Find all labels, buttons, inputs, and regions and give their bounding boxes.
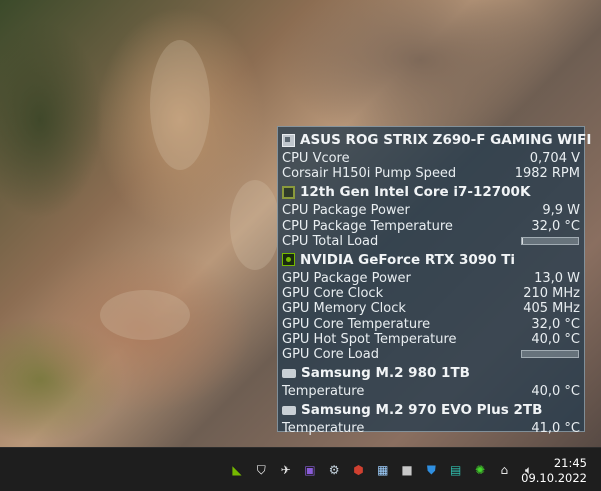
device-header: ASUS ROG STRIX Z690-F GAMING WIFI xyxy=(282,129,591,151)
defender-tray-icon[interactable]: ⛊ xyxy=(423,462,439,478)
sensor-label: GPU Core Clock xyxy=(282,286,384,302)
device-header: 12th Gen Intel Core i7-12700K xyxy=(282,181,580,203)
controller-tray-icon[interactable]: ⬢ xyxy=(351,462,367,478)
monitor-app-tray-icon[interactable]: ▣ xyxy=(302,462,318,478)
sensor-row: GPU Memory Clock 405 MHz xyxy=(282,301,580,316)
sensor-row: GPU Core Clock 210 MHz xyxy=(282,286,580,301)
sensor-label: CPU Package Power xyxy=(282,203,410,219)
sensor-row: CPU Package Temperature 32,0 °C xyxy=(282,219,580,234)
sensor-row: GPU Core Load xyxy=(282,347,580,362)
sensor-row: Corsair H150i Pump Speed 1982 RPM xyxy=(282,166,580,181)
nvidia-tray-icon[interactable]: ◣ xyxy=(229,462,245,478)
clock-date: 09.10.2022 xyxy=(521,471,587,485)
hwinfo-tray-icon[interactable]: ▦ xyxy=(375,462,391,478)
sensor-label: Corsair H150i Pump Speed xyxy=(282,166,457,182)
motherboard-icon xyxy=(282,133,295,147)
ssd-icon xyxy=(282,368,296,378)
taskbar-clock[interactable]: 21:45 09.10.2022 xyxy=(521,456,587,486)
sensor-value: 9,9 W xyxy=(542,203,580,219)
razer-tray-icon[interactable]: ✺ xyxy=(472,462,488,478)
sensor-value: 13,0 W xyxy=(534,271,580,287)
sensor-row: CPU Total Load xyxy=(282,234,580,249)
device-name: 12th Gen Intel Core i7-12700K xyxy=(300,184,531,201)
shield-tray-icon[interactable]: ⛉ xyxy=(253,462,269,478)
load-bar xyxy=(521,237,579,246)
sensor-row: GPU Hot Spot Temperature 40,0 °C xyxy=(282,332,580,347)
sensor-value: 32,0 °C xyxy=(531,316,580,332)
sensor-label: CPU Total Load xyxy=(282,233,379,249)
nvidia-gpu-icon xyxy=(282,253,295,267)
sensor-label: GPU Package Power xyxy=(282,271,411,287)
sensor-value: 41,0 °C xyxy=(531,421,580,437)
sensor-label: CPU Vcore xyxy=(282,151,350,167)
hardware-monitor-widget[interactable]: ASUS ROG STRIX Z690-F GAMING WIFI CPU Vco… xyxy=(277,126,591,436)
device-header: Samsung M.2 980 1TB xyxy=(282,362,580,384)
sensor-label: Temperature xyxy=(282,421,365,437)
sensor-value: 40,0 °C xyxy=(531,331,580,347)
sensor-label: CPU Package Temperature xyxy=(282,218,453,234)
terminal-tray-icon[interactable]: ▤ xyxy=(448,462,464,478)
app-square-tray-icon[interactable]: ■ xyxy=(399,462,415,478)
device-header: Samsung M.2 970 EVO Plus 2TB xyxy=(282,399,580,421)
sensor-value: 40,0 °C xyxy=(531,384,580,400)
clock-time: 21:45 xyxy=(553,456,587,470)
device-header: NVIDIA GeForce RTX 3090 Ti xyxy=(282,249,580,271)
sensor-value: 32,0 °C xyxy=(531,218,580,234)
sensor-value: 210 MHz xyxy=(523,286,580,302)
device-name: Samsung M.2 970 EVO Plus 2TB xyxy=(301,402,543,419)
sensor-label: Temperature xyxy=(282,384,365,400)
network-tray-icon[interactable]: ⌂ xyxy=(496,462,512,478)
device-name: NVIDIA GeForce RTX 3090 Ti xyxy=(300,251,516,268)
sensor-row: CPU Vcore 0,704 V xyxy=(282,151,580,166)
sensor-label: GPU Core Load xyxy=(282,346,379,362)
sensor-value: 1982 RPM xyxy=(514,166,580,182)
sensor-row: GPU Package Power 13,0 W xyxy=(282,271,580,286)
sensor-label: GPU Hot Spot Temperature xyxy=(282,331,457,347)
ssd-icon xyxy=(282,405,296,415)
airplane-tray-icon[interactable]: ✈ xyxy=(278,462,294,478)
sensor-row: GPU Core Temperature 32,0 °C xyxy=(282,317,580,332)
sensor-row: CPU Package Power 9,9 W xyxy=(282,203,580,218)
device-name: ASUS ROG STRIX Z690-F GAMING WIFI xyxy=(300,132,592,148)
sensor-label: GPU Core Temperature xyxy=(282,316,431,332)
taskbar: ◣ ⛉ ✈ ▣ ⚙ ⬢ ▦ ■ ⛊ ▤ ✺ ⌂ 🔈︎ 21:45 09.10.2022 xyxy=(0,447,601,491)
sensor-row: Temperature 41,0 °C xyxy=(282,421,580,436)
device-name: Samsung M.2 980 1TB xyxy=(301,365,470,382)
sensor-row: Temperature 40,0 °C xyxy=(282,384,580,399)
load-bar xyxy=(521,350,579,359)
sensor-label: GPU Memory Clock xyxy=(282,301,406,317)
steam-tray-icon[interactable]: ⚙ xyxy=(326,462,342,478)
sensor-value: 0,704 V xyxy=(529,151,580,167)
load-bar-fill xyxy=(522,238,524,245)
cpu-icon xyxy=(282,185,295,199)
sensor-value: 405 MHz xyxy=(523,301,580,317)
